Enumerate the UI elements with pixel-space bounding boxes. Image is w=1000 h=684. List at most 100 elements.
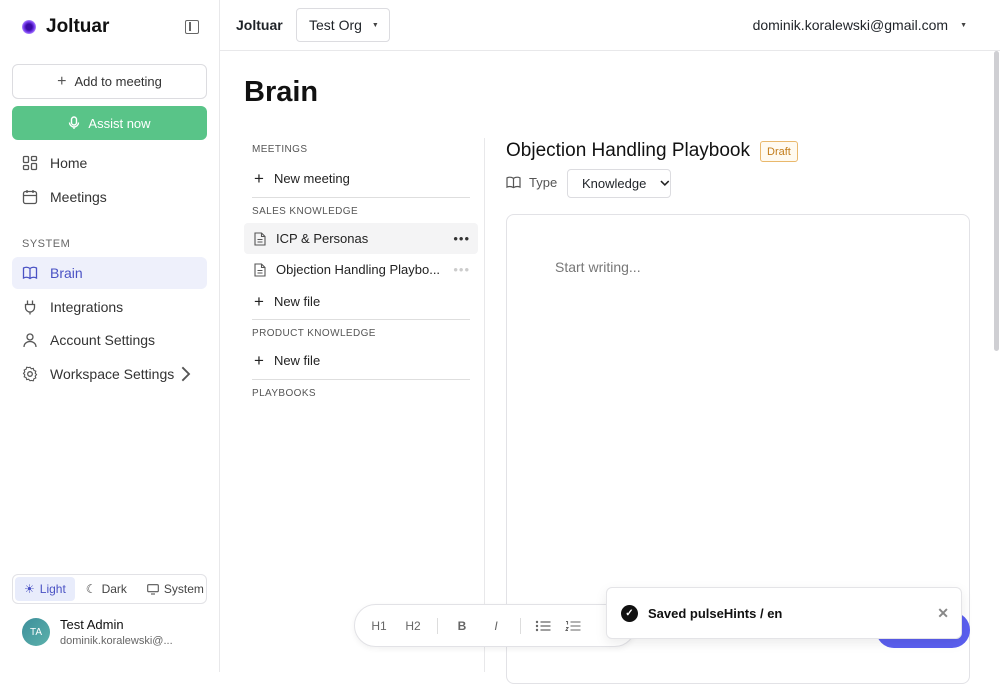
collapse-sidebar-icon[interactable] — [185, 20, 199, 34]
type-select[interactable]: Knowledge — [567, 169, 671, 198]
plus-icon: + — [57, 72, 67, 90]
monitor-icon — [147, 583, 159, 595]
new-file-label: New file — [273, 353, 321, 368]
file-name: ICP & Personas — [276, 231, 369, 246]
caret-down-icon: ▼ — [960, 21, 967, 29]
org-name: Test Org — [309, 17, 362, 33]
system-section-label: SYSTEM — [22, 238, 71, 250]
theme-switcher: ☀ Light ☾ Dark System — [12, 574, 207, 604]
theme-system-label: System — [163, 582, 204, 596]
italic-button[interactable]: I — [486, 619, 506, 633]
sun-icon: ☀ — [24, 582, 35, 596]
brand-name: Joltuar — [46, 16, 110, 37]
new-file-button-sales[interactable]: + New file — [244, 286, 478, 317]
file-name: Objection Handling Playbo... — [276, 262, 441, 277]
new-meeting-button[interactable]: + New meeting — [244, 163, 478, 194]
type-label: Type — [506, 175, 557, 190]
user-menu[interactable]: dominik.koralewski@gmail.com ▼ — [753, 17, 967, 33]
add-to-meeting-button[interactable]: + Add to meeting — [12, 64, 207, 99]
file-item-icp-personas[interactable]: ICP & Personas ••• — [244, 223, 478, 254]
moon-icon: ☾ — [85, 582, 97, 596]
theme-dark-label: Dark — [101, 582, 127, 596]
more-options-icon[interactable]: ••• — [453, 262, 470, 277]
calendar-icon — [22, 190, 38, 205]
top-bar-title: Joltuar — [236, 17, 283, 33]
toolbar-separator — [520, 617, 521, 634]
home-grid-icon — [22, 155, 38, 171]
numbered-list-icon[interactable] — [565, 620, 581, 632]
document-icon — [254, 262, 266, 277]
chevron-right-icon — [181, 366, 191, 382]
plus-icon: + — [254, 168, 264, 188]
user-profile[interactable]: TA Test Admin dominik.koralewski@... — [22, 617, 173, 647]
playbooks-section-label: PLAYBOOKS — [252, 388, 316, 399]
divider — [252, 379, 470, 380]
toolbar-separator — [437, 617, 438, 634]
nav-item-meetings[interactable]: Meetings — [12, 181, 207, 213]
assist-now-label: Assist now — [88, 115, 151, 131]
caret-down-icon: ▼ — [371, 21, 379, 29]
nav-label: Brain — [50, 265, 83, 281]
chevron-down-icon — [660, 180, 670, 187]
gear-icon — [22, 366, 38, 382]
top-bar: Joltuar Test Org ▼ dominik.koralewski@gm… — [220, 0, 1000, 51]
brand[interactable]: Joltuar — [22, 16, 109, 38]
status-badge: Draft — [760, 141, 798, 162]
microphone-icon — [69, 116, 80, 129]
sales-knowledge-section-label: SALES KNOWLEDGE — [252, 206, 359, 217]
nav-label: Home — [50, 155, 88, 171]
type-label-text: Type — [529, 175, 558, 190]
assist-now-button[interactable]: Assist now — [12, 106, 207, 140]
new-file-label: New file — [273, 294, 321, 309]
document-title[interactable]: Objection Handling Playbook — [506, 140, 750, 162]
close-icon[interactable]: ✕ — [937, 605, 949, 622]
theme-system-option[interactable]: System — [138, 577, 213, 601]
toast-notification: ✓ Saved pulseHints / en ✕ — [606, 587, 962, 639]
plus-icon: + — [254, 350, 264, 370]
bullet-list-icon[interactable] — [535, 620, 551, 632]
nav-item-brain[interactable]: Brain — [12, 257, 207, 289]
new-file-button-product[interactable]: + New file — [244, 345, 478, 376]
book-icon — [506, 176, 521, 189]
user-icon — [23, 333, 37, 348]
plus-icon: + — [254, 291, 264, 311]
panel-divider — [484, 138, 485, 672]
document-icon — [254, 231, 266, 246]
book-icon — [22, 266, 38, 280]
nav-item-account-settings[interactable]: Account Settings — [12, 324, 207, 356]
heading-1-button[interactable]: H1 — [369, 619, 389, 633]
theme-light-label: Light — [39, 582, 66, 596]
heading-2-button[interactable]: H2 — [403, 619, 423, 633]
theme-light-option[interactable]: ☀ Light — [15, 577, 75, 601]
theme-dark-option[interactable]: ☾ Dark — [77, 577, 136, 601]
nav-item-home[interactable]: Home — [12, 147, 207, 179]
more-options-icon[interactable]: ••• — [453, 231, 470, 246]
nav-item-workspace-settings[interactable]: Workspace Settings — [12, 358, 207, 390]
file-item-objection-handling[interactable]: Objection Handling Playbo... ••• — [244, 254, 478, 285]
sidebar: Joltuar + Add to meeting Assist now Home… — [0, 0, 220, 672]
nav-label: Meetings — [50, 189, 107, 205]
nav-label: Account Settings — [50, 332, 156, 348]
user-name: Test Admin — [60, 617, 124, 632]
toast-message: Saved pulseHints / en — [648, 605, 783, 621]
scrollbar-thumb[interactable] — [994, 51, 999, 351]
plug-icon — [24, 300, 36, 315]
type-select-value: Knowledge — [582, 176, 647, 191]
editor-placeholder: Start writing... — [555, 259, 641, 275]
divider — [252, 197, 470, 198]
check-circle-icon: ✓ — [621, 604, 638, 622]
new-meeting-label: New meeting — [273, 171, 350, 186]
divider — [252, 319, 470, 320]
user-email: dominik.koralewski@... — [60, 635, 173, 647]
nav-label: Workspace Settings — [50, 366, 175, 382]
product-knowledge-section-label: PRODUCT KNOWLEDGE — [252, 328, 376, 339]
nav-label: Integrations — [50, 299, 124, 315]
page-title: Brain — [244, 76, 319, 108]
meetings-section-label: MEETINGS — [252, 144, 308, 155]
format-toolbar: H1 H2 B I — [354, 604, 636, 647]
nav-item-integrations[interactable]: Integrations — [12, 291, 207, 323]
bold-button[interactable]: B — [452, 619, 472, 633]
org-selector[interactable]: Test Org ▼ — [296, 8, 390, 42]
user-menu-email: dominik.koralewski@gmail.com — [752, 17, 949, 33]
avatar: TA — [22, 618, 50, 646]
